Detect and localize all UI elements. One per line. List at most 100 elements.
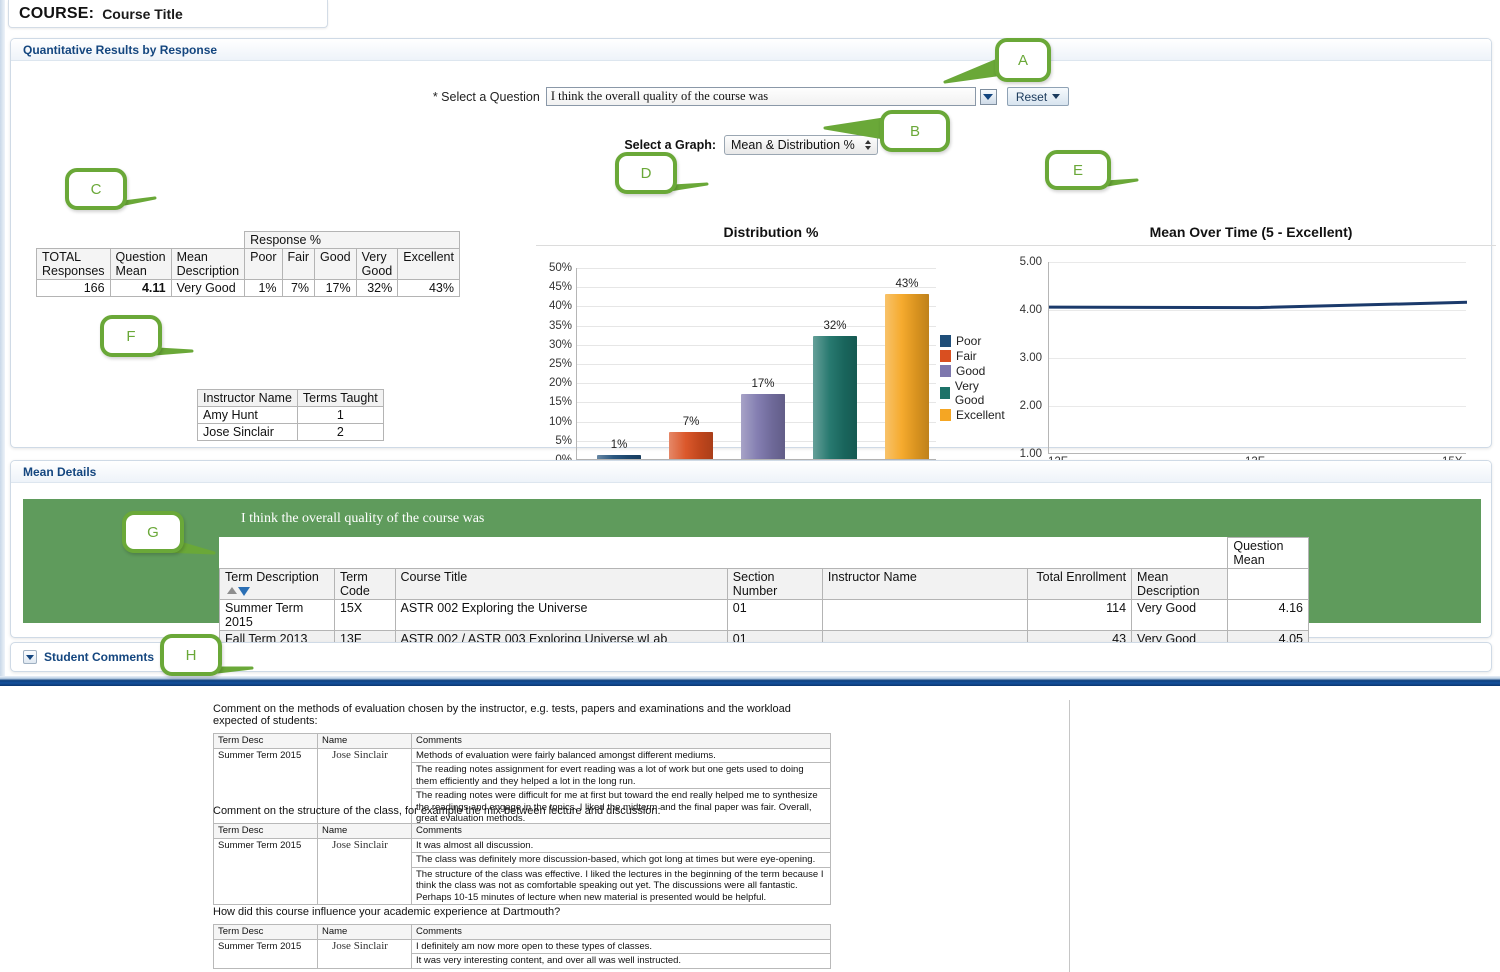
comment-prompt: Comment on the structure of the class, f… <box>213 805 831 817</box>
comment-term-desc: Summer Term 2015 <box>214 838 318 905</box>
y-tick-label: 35% <box>549 320 572 332</box>
comment-text: The structure of the class was effective… <box>412 867 831 905</box>
header-terms-taught: Terms Taught <box>297 390 383 407</box>
y-tick-label: 1.00 <box>1020 448 1042 460</box>
y-tick-label: 20% <box>549 377 572 389</box>
question-select-value: I think the overall quality of the cours… <box>551 89 973 104</box>
header-good: Good <box>315 249 357 280</box>
table-row: Jose Sinclair 2 <box>198 424 384 441</box>
mean-over-time-chart: Mean Over Time (5 - Excellent) 1.002.003… <box>1006 224 1496 472</box>
distribution-legend: PoorFairGoodVery GoodExcellent <box>940 334 1006 422</box>
header-course-title[interactable]: Course Title <box>395 569 727 600</box>
legend-swatch <box>940 335 951 347</box>
header-total-enrollment[interactable]: Total Enrollment <box>1028 569 1132 600</box>
gridline <box>577 306 936 307</box>
callout-label-f: F <box>100 315 162 357</box>
comments-column-header: Term Desc <box>214 925 318 940</box>
hdr-l1: Fair <box>288 250 310 264</box>
mean-over-time-chart-body: 1.002.003.004.005.00 12F13F15X <box>1006 246 1496 464</box>
bar-shading <box>741 394 785 459</box>
response-pct-group-header: Response % <box>245 232 460 249</box>
cell-fair: 7% <box>282 280 315 297</box>
callout-b: B <box>880 110 1060 212</box>
gridline <box>577 345 936 346</box>
bar-shading <box>885 294 929 459</box>
bar-value-label: 1% <box>611 439 628 451</box>
mean-details-panel-header: Mean Details <box>11 461 1491 483</box>
bar: 17% <box>741 394 785 459</box>
cell-mean-description: Very Good <box>171 280 245 297</box>
question-select[interactable]: I think the overall quality of the cours… <box>546 87 976 106</box>
comment-prompt: How did this course influence your acade… <box>213 906 831 918</box>
bar-shading <box>597 455 641 459</box>
comment-text: The reading notes assignment for evert r… <box>412 763 831 789</box>
callout-label-e: E <box>1045 150 1111 190</box>
cell-total-enrollment: 114 <box>1028 600 1132 631</box>
comments-table: Term DescNameCommentsSummer Term 2015Jos… <box>213 823 831 905</box>
header-term-code[interactable]: Term Code <box>334 569 395 600</box>
callout-g: G <box>122 511 294 613</box>
callout-label-b: B <box>880 110 950 152</box>
document-vertical-divider <box>1069 700 1070 972</box>
hdr-l1: Excellent <box>403 250 454 264</box>
callout-h: H <box>160 634 332 736</box>
quantitative-panel-title: Quantitative Results by Response <box>23 43 217 57</box>
hdr-l1: Very <box>362 250 387 264</box>
legend-label: Excellent <box>956 408 1005 422</box>
callout-label-h: H <box>160 634 222 676</box>
header-instructor-name[interactable]: Instructor Name <box>822 569 1028 600</box>
mean-line-path <box>1049 302 1467 307</box>
stepper-icon[interactable] <box>865 140 871 150</box>
gridline <box>577 287 936 288</box>
cell-terms-taught: 1 <box>297 407 383 424</box>
header-excellent: Excellent <box>398 249 460 280</box>
bar-shading <box>813 336 857 459</box>
callout-label-g: G <box>122 511 184 553</box>
comment-row: Summer Term 2015Jose SinclairI definitel… <box>214 939 831 954</box>
y-tick-label: 30% <box>549 339 572 351</box>
cell-poor: 1% <box>245 280 282 297</box>
comments-header-row: Term DescNameComments <box>214 824 831 839</box>
callout-f: F <box>100 315 272 417</box>
summary-data-row: 166 4.11 Very Good 1% 7% 17% 32% 43% <box>37 280 460 297</box>
cell-question-mean: 4.16 <box>1228 600 1309 631</box>
cell-terms-taught: 2 <box>297 424 383 441</box>
spacer-cell <box>220 538 1228 569</box>
comments-column-header: Comments <box>412 925 831 940</box>
distribution-chart-body: 0%5%10%15%20%25%30%35%40%45%50% 1%7%17%3… <box>536 246 1006 464</box>
legend-item: Excellent <box>940 408 1006 422</box>
chevron-down-icon[interactable] <box>23 650 37 664</box>
comment-text: It was very interesting content, and ove… <box>412 954 831 969</box>
callout-label-c: C <box>65 168 127 210</box>
y-tick-label: 4.00 <box>1020 304 1042 316</box>
comment-section: Comment on the structure of the class, f… <box>213 805 831 905</box>
bar: 7% <box>669 432 713 459</box>
legend-swatch <box>940 409 951 421</box>
header-fair: Fair <box>282 249 315 280</box>
gridline <box>1049 358 1466 359</box>
header-mean-description[interactable]: Mean Description <box>1132 569 1228 600</box>
gridline <box>1049 310 1466 311</box>
y-tick-label: 25% <box>549 358 572 370</box>
comments-table: Term DescNameCommentsSummer Term 2015Jos… <box>213 924 831 969</box>
comments-header-row: Term DescNameComments <box>214 925 831 940</box>
comment-section: How did this course influence your acade… <box>213 906 831 969</box>
question-selector-row: * Select a Question I think the overall … <box>11 87 1491 106</box>
comments-column-header: Name <box>318 925 412 940</box>
cell-term-code: 15X <box>334 600 395 631</box>
cell-question-mean: 4.11 <box>110 280 171 297</box>
comment-term-desc: Summer Term 2015 <box>214 939 318 968</box>
bar-value-label: 17% <box>751 378 774 390</box>
y-tick-label: 3.00 <box>1020 352 1042 364</box>
graph-selector-label: Select a Graph: <box>624 138 716 152</box>
header-section-number[interactable]: Section Number <box>727 569 822 600</box>
callout-e: E <box>1045 150 1221 250</box>
legend-label: Good <box>956 364 985 378</box>
hdr-l1: Poor <box>250 250 276 264</box>
cell-instructor-name: Jose Sinclair <box>198 424 298 441</box>
cell-excellent: 43% <box>398 280 460 297</box>
y-tick-label: 45% <box>549 281 572 293</box>
hdr-l2: Good <box>362 264 393 278</box>
comment-text: I definitely am now more open to these t… <box>412 939 831 954</box>
legend-item: Very Good <box>940 379 1006 407</box>
